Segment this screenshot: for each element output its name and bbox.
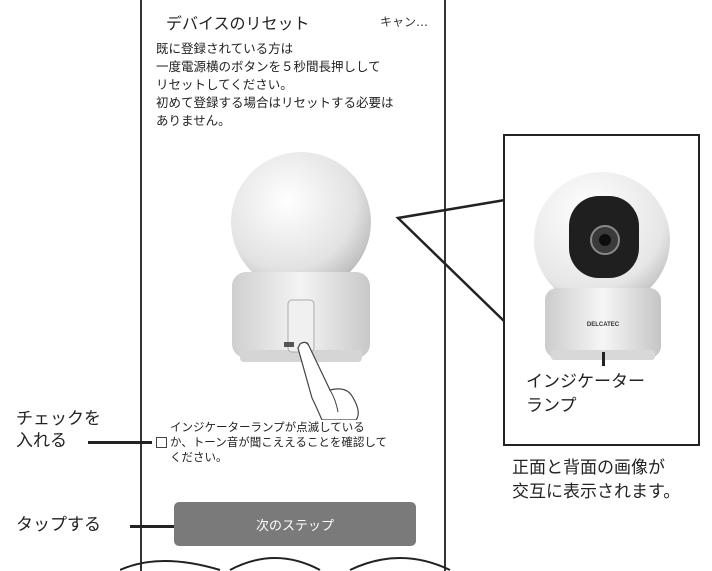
page-title: デバイスのリセット	[166, 14, 310, 33]
checkbox-label-line: インジケーターランプが点滅している	[170, 420, 365, 434]
tap-annotation: タップする	[16, 515, 101, 535]
decorative-arcs	[120, 557, 451, 571]
checkbox-label-line: か、トーン音が聞こええることを確認して	[170, 435, 388, 449]
tap-annotation-line	[130, 525, 174, 528]
instruction-line: 既に登録されている方は	[156, 41, 294, 56]
lamp-label-line: ランプ	[526, 396, 577, 416]
check-annotation: チェックを 入れる	[16, 408, 101, 452]
lamp-label-line: インジケーター	[526, 372, 645, 392]
checkbox-label-line: ください。	[170, 450, 228, 464]
confirm-checkbox[interactable]	[156, 437, 167, 448]
alternating-image-note: 正面と背面の画像が 交互に表示されます。	[512, 456, 680, 504]
instruction-line: リセットしてください。	[156, 77, 293, 92]
cancel-button[interactable]: キャン…	[380, 13, 428, 30]
annotation-line: チェックを	[16, 409, 101, 429]
note-line: 交互に表示されます。	[512, 482, 681, 502]
instructions-text: 既に登録されている方は 一度電源横のボタンを５秒間長押しして リセットしてくださ…	[156, 40, 436, 130]
note-line: 正面と背面の画像が	[512, 458, 665, 478]
next-step-button[interactable]: 次のステップ	[174, 502, 416, 546]
indicator-lamp-label: インジケーター ランプ	[526, 370, 645, 418]
camera-back-illustration	[231, 152, 371, 420]
instruction-line: 一度電源横のボタンを５秒間長押しして	[156, 59, 381, 74]
instruction-line: ありません。	[156, 113, 231, 128]
confirm-checkbox-label: インジケーターランプが点滅している か、トーン音が聞こええることを確認して くだ…	[170, 420, 430, 465]
camera-front-illustration: DELCATEC	[534, 172, 670, 366]
phone-screen: デバイスのリセット キャン… 既に登録されている方は 一度電源横のボタンを５秒間…	[140, 0, 446, 571]
check-annotation-line	[88, 441, 152, 444]
instruction-line: 初めて登録する場合はリセットする必要は	[156, 95, 394, 110]
brand-logo: DELCATEC	[587, 322, 620, 328]
